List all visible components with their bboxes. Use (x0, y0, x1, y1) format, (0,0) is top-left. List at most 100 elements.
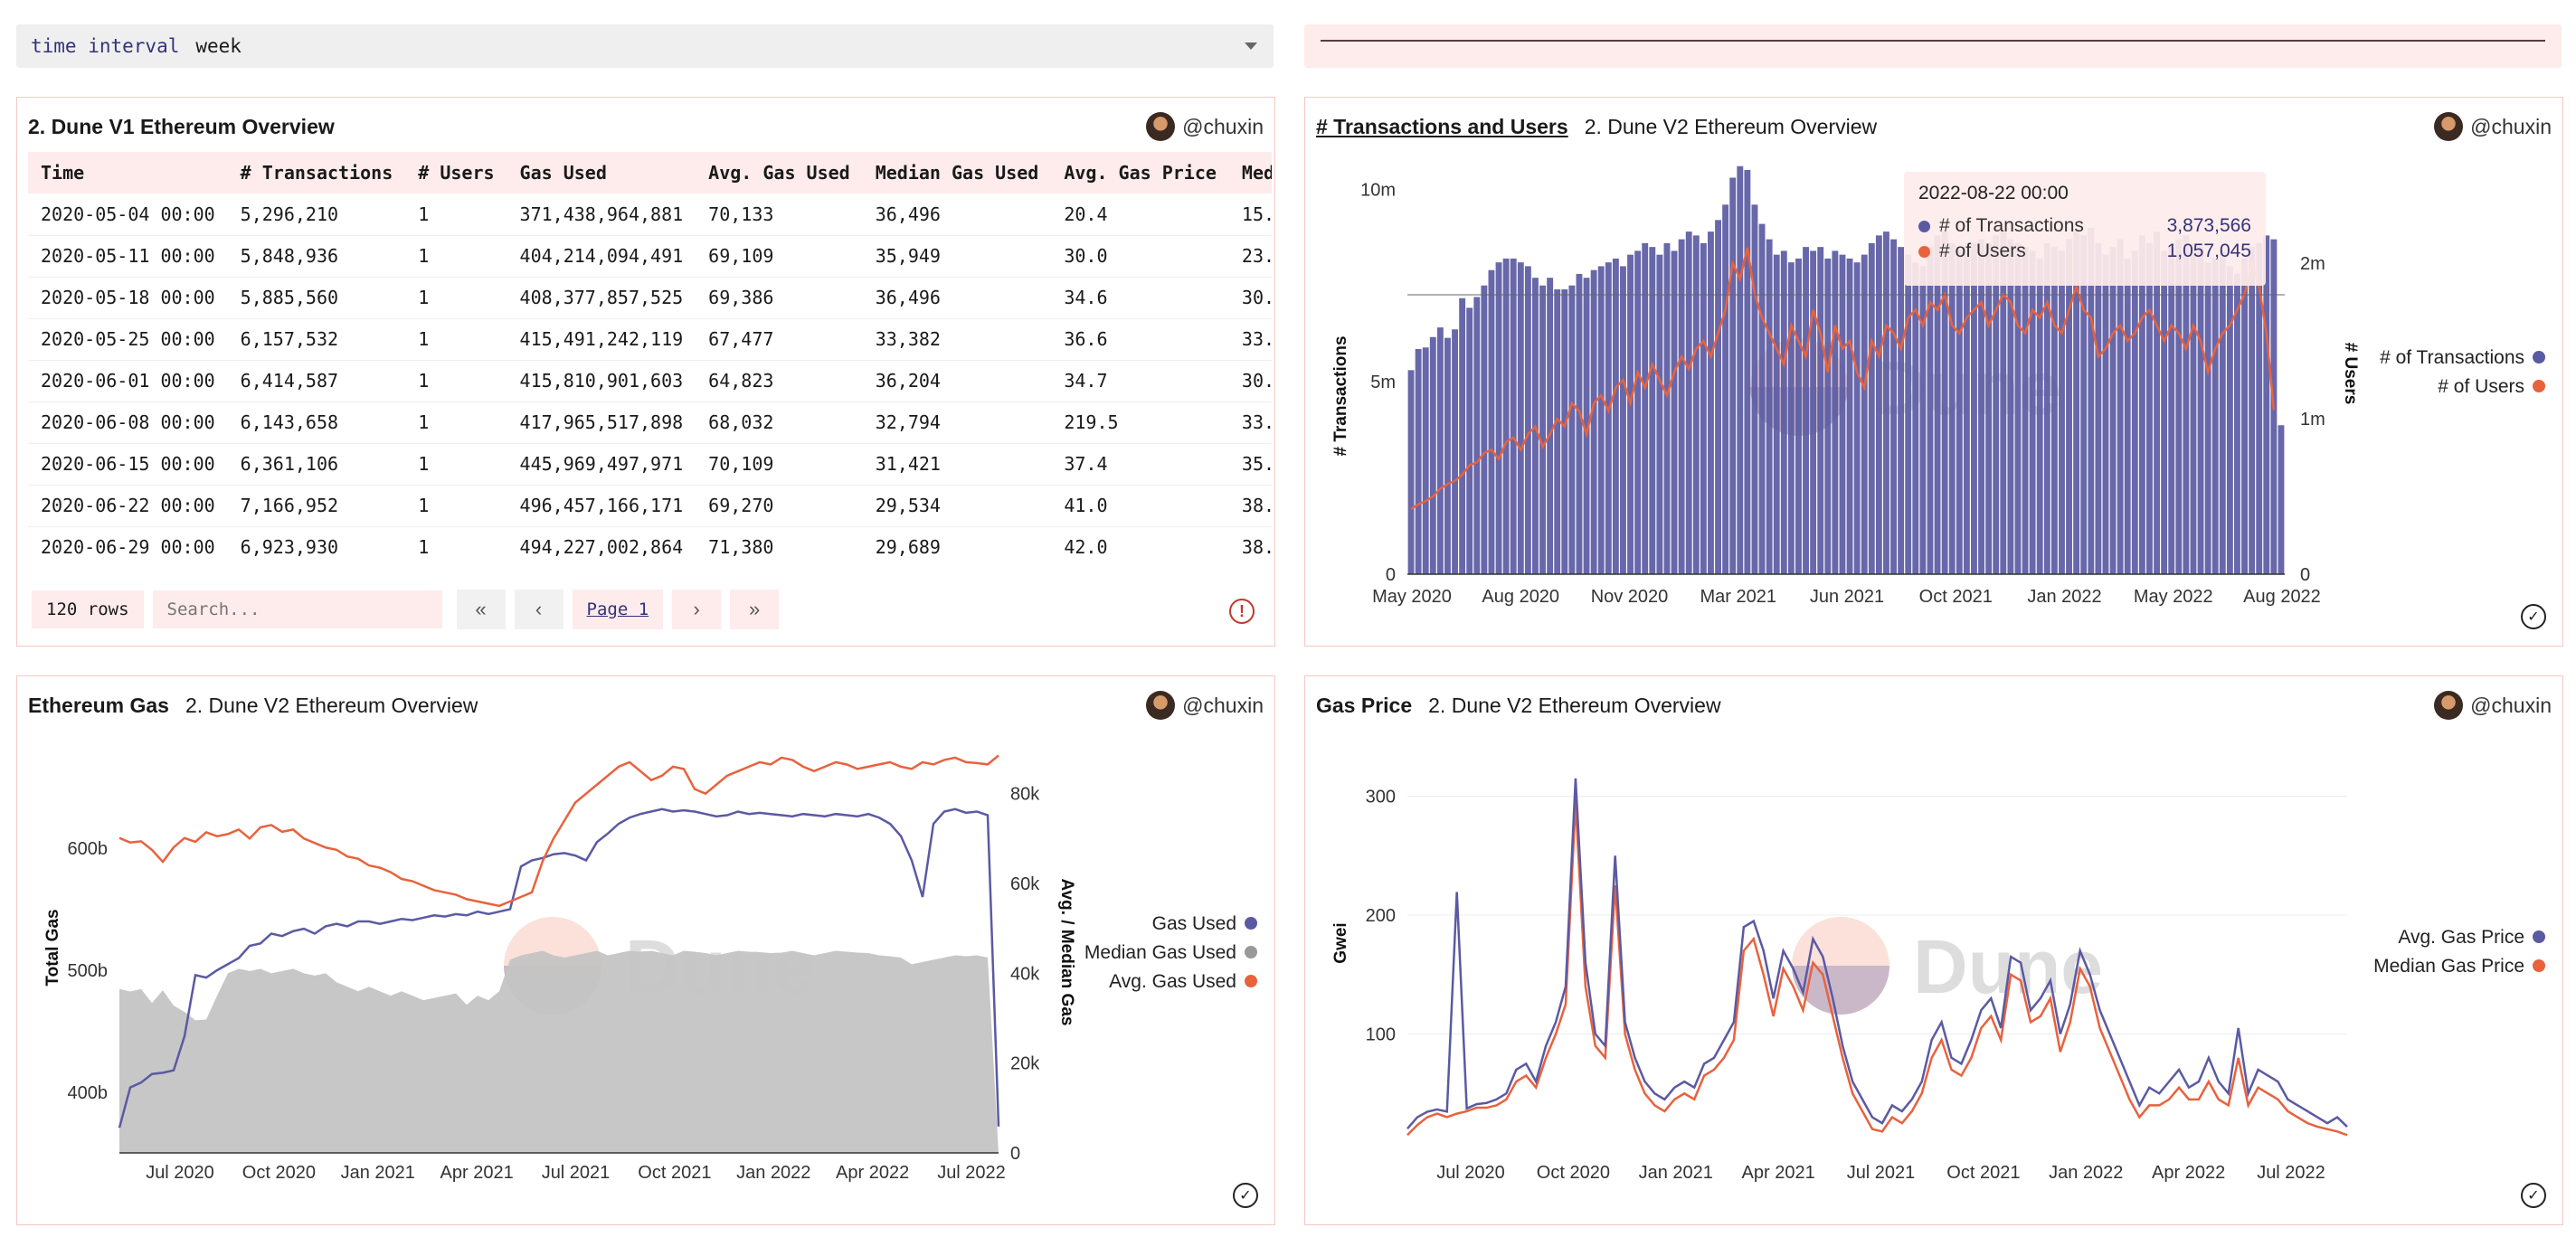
page-indicator[interactable]: Page 1 (572, 590, 664, 629)
table-cell: 2020-06-29 00:00 (28, 526, 228, 568)
transactions-bar (1985, 242, 1993, 574)
table-cell: 42.0 (1051, 526, 1229, 568)
column-header[interactable]: Avg. Gas Used (696, 152, 863, 194)
transactions-bar (1407, 370, 1415, 574)
table-cell: 67,477 (696, 318, 863, 361)
gas-price-chart[interactable]: Dune100200300GweiJul 2020 Oct 2020 Jan 202… (1305, 676, 2563, 1225)
transactions-bar (1905, 254, 1912, 574)
y-axis-title: Total Gas (43, 909, 62, 986)
column-header[interactable]: # Transactions (227, 152, 406, 194)
time-interval-parameter[interactable]: time interval week (16, 24, 1274, 68)
column-header[interactable]: Avg. Gas Price (1051, 152, 1229, 194)
transactions-bar (1934, 235, 1941, 574)
legend-label: Avg. Gas Price (2398, 927, 2524, 948)
y-axis-title: # Transactions (1331, 335, 1350, 456)
tooltip-label: # of Users (1939, 241, 2026, 261)
transactions-bar (1481, 285, 1488, 574)
column-header[interactable]: Time (28, 152, 228, 194)
x-tick-label: Oct 2020 (1537, 1163, 1610, 1183)
table-cell: 70,133 (696, 194, 863, 236)
transactions-bar (1561, 288, 1568, 574)
x-tick-label: Jul 2022 (937, 1163, 1006, 1183)
transactions-bar (2036, 258, 2043, 574)
check-icon[interactable]: ✓ (2521, 1183, 2546, 1208)
transactions-bar (1568, 285, 1576, 574)
tooltip-row: # of Users 1,057,045 (1918, 239, 2251, 264)
table-cell: 494,227,002,864 (507, 526, 696, 568)
transactions-bar (2124, 258, 2131, 574)
first-page-button[interactable]: « (456, 590, 506, 629)
table-cell: 6,143,658 (227, 401, 406, 444)
transactions-bar (2109, 247, 2117, 574)
y2-tick-label: 40k (1010, 964, 1040, 984)
table-cell: 1 (405, 235, 507, 278)
table-cell: 404,214,094,491 (507, 235, 696, 278)
y-tick-label: 300 (1366, 788, 1396, 807)
transactions-bar (1722, 204, 1729, 575)
table-cell: 34.7 (1051, 360, 1229, 402)
ethereum-gas-panel: Ethereum Gas 2. Dune V2 Ethereum Overvie… (16, 675, 1275, 1225)
transactions-bar (1715, 220, 1721, 575)
check-icon[interactable]: ✓ (2521, 604, 2546, 629)
y-tick-label: 0 (1386, 565, 1396, 585)
table-cell: 7,166,952 (227, 485, 406, 527)
x-tick-label: Jul 2022 (2257, 1163, 2325, 1183)
transactions-bar (2131, 250, 2138, 574)
transactions-bar (1780, 250, 1787, 574)
transactions-bar (1787, 262, 1795, 574)
table-cell: 37.4 (1051, 443, 1229, 486)
table-cell: 2020-05-25 00:00 (28, 318, 228, 361)
legend-label: Gas Used (1152, 913, 1236, 934)
transactions-bar (2241, 258, 2248, 574)
table-header-row: Time # Transactions # Users Gas Used Avg. Ga… (28, 152, 1272, 194)
table-cell: 64,823 (696, 360, 863, 402)
x-tick-label: Apr 2022 (836, 1163, 909, 1183)
transactions-bar (2219, 250, 2226, 574)
tooltip-label: # of Transactions (1939, 215, 2084, 236)
y2-tick-label: 2m (2300, 254, 2325, 274)
column-header[interactable]: Gas Used (507, 152, 696, 194)
transactions-bar (1422, 347, 1429, 574)
transactions-bar (1919, 266, 1927, 574)
transactions-bar (1612, 258, 1619, 574)
transactions-bar (1898, 247, 1905, 574)
table-row: 2020-06-08 00:00 6,143,658 1 417,965,517,89… (28, 401, 1272, 444)
avatar (1146, 112, 1176, 141)
tooltip-row: # of Transactions 3,873,566 (1918, 213, 2251, 239)
table-cell: 1 (405, 485, 507, 527)
last-page-button[interactable]: » (730, 590, 780, 629)
next-page-button[interactable]: › (672, 590, 722, 629)
transactions-bar (2234, 273, 2240, 574)
chevron-down-icon[interactable] (1245, 42, 1257, 50)
transactions-bar (1853, 262, 1861, 574)
column-header[interactable]: # Users (405, 152, 507, 194)
search-input[interactable] (152, 590, 442, 628)
author[interactable]: @chuxin (1146, 112, 1264, 141)
table-cell: 6,157,532 (227, 318, 406, 361)
legend-label: Median Gas Used (1084, 942, 1236, 963)
transactions-bar (1729, 177, 1737, 574)
y-tick-label: 10m (1360, 180, 1396, 200)
transactions-bar (1868, 242, 1875, 574)
transactions-bar (1466, 307, 1473, 574)
column-header[interactable]: Median (1228, 152, 1272, 194)
transactions-bar (1517, 262, 1524, 574)
warning-icon[interactable]: ! (1229, 599, 1255, 624)
table-cell: 6,414,587 (227, 360, 406, 402)
transactions-bar (1861, 254, 1868, 574)
transactions-bar (2050, 247, 2058, 574)
ethereum-gas-chart[interactable]: Dune400b500b600b020k40k60k80kTotal GasAv… (17, 676, 1275, 1225)
transactions-bar (2022, 247, 2029, 574)
table-cell: 6,923,930 (227, 526, 406, 568)
transactions-bar (1576, 273, 1583, 574)
prev-page-button[interactable]: ‹ (514, 590, 564, 629)
transactions-bar (1436, 327, 1444, 574)
transactions-bar (1524, 266, 1531, 574)
table-cell: 31,421 (862, 443, 1052, 486)
check-icon[interactable]: ✓ (1233, 1183, 1258, 1208)
transactions-bar (1766, 239, 1773, 574)
query-title[interactable]: 2. Dune V1 Ethereum Overview (28, 115, 335, 139)
transactions-bar (1883, 231, 1889, 574)
legend-dot-icon (2533, 351, 2545, 364)
column-header[interactable]: Median Gas Used (862, 152, 1052, 194)
